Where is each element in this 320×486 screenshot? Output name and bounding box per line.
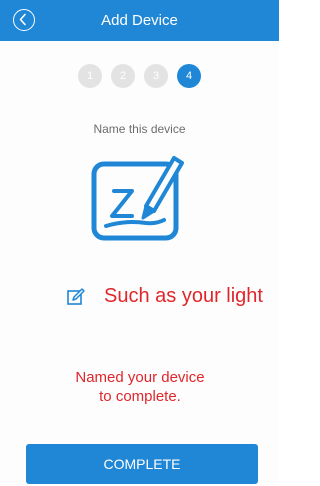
step-3: 3 — [144, 64, 168, 88]
hint-line-1: Named your device — [75, 369, 205, 386]
example-device-name: Such as your light — [104, 285, 263, 307]
step-2: 2 — [111, 64, 135, 88]
edit-pencil-icon[interactable] — [66, 287, 86, 307]
hint-line-2: to complete. — [99, 388, 181, 405]
step-4-current: 4 — [177, 64, 201, 88]
page-subtitle: Name this device — [93, 122, 186, 136]
complete-button[interactable]: COMPLETE — [26, 444, 258, 484]
header-bar: Add Device — [0, 0, 279, 41]
back-button[interactable] — [13, 9, 35, 31]
chevron-left-icon — [19, 13, 26, 26]
signature-pen-icon — [91, 156, 184, 241]
completion-hint: Named your device to complete. — [40, 368, 240, 406]
add-device-screen: Add Device 1 2 3 4 Name this device Such… — [0, 0, 279, 486]
page-title: Add Device — [101, 12, 178, 29]
step-1: 1 — [78, 64, 102, 88]
step-indicator: 1 2 3 4 — [78, 64, 201, 88]
